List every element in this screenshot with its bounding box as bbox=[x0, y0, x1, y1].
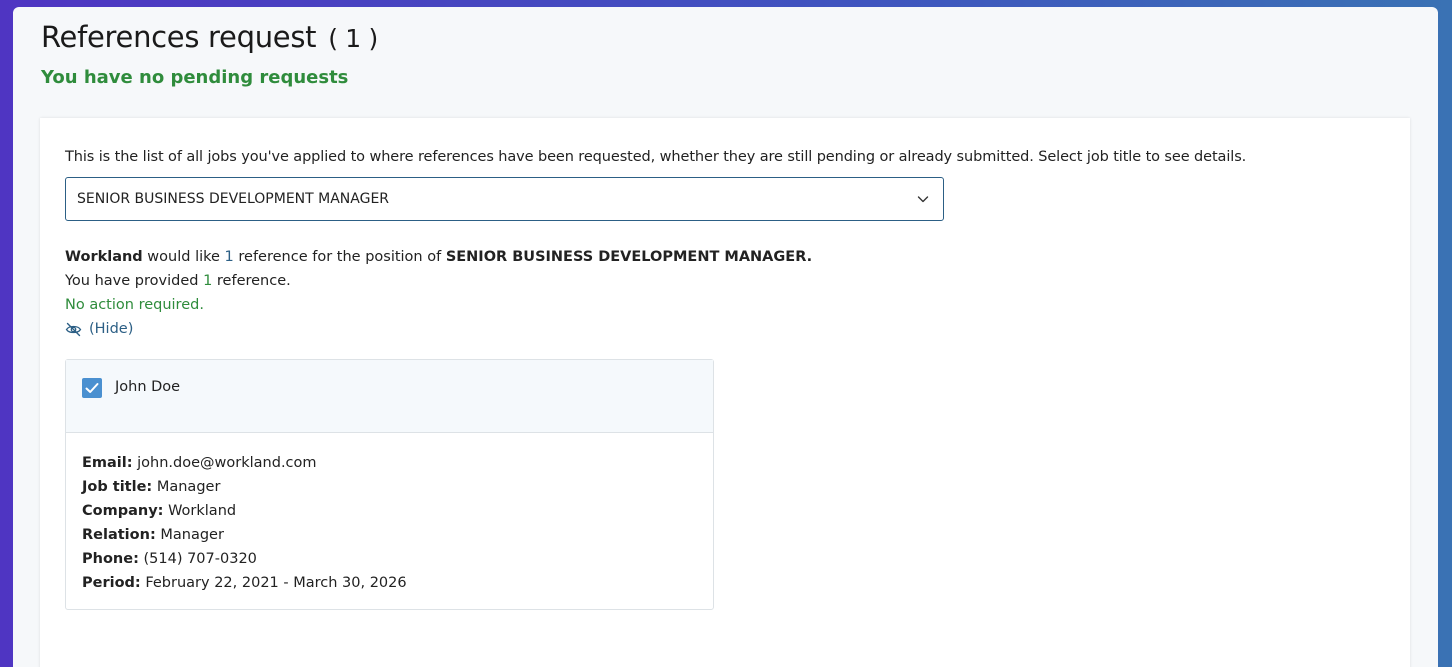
summary-text: would like bbox=[142, 249, 225, 265]
page-title-text: References request bbox=[41, 20, 317, 54]
detail-period: Period: February 22, 2021 - March 30, 20… bbox=[82, 571, 407, 595]
action-status: No action required. bbox=[65, 297, 204, 313]
detail-label: Job title: bbox=[82, 479, 153, 495]
reference-checkbox[interactable] bbox=[82, 378, 102, 398]
request-count: ( 1 ) bbox=[328, 24, 379, 53]
provided-suffix: reference. bbox=[212, 273, 291, 289]
check-icon bbox=[85, 383, 99, 393]
detail-label: Period: bbox=[82, 575, 141, 591]
page-title: References request ( 1 ) bbox=[41, 20, 378, 54]
request-summary: Workland would like 1 reference for the … bbox=[65, 249, 812, 265]
detail-phone: Phone: (514) 707-0320 bbox=[82, 547, 407, 571]
reference-details: Email: john.doe@workland.com Job title: … bbox=[82, 451, 407, 595]
eye-slash-icon bbox=[65, 322, 82, 336]
detail-label: Phone: bbox=[82, 551, 139, 567]
detail-relation: Relation: Manager bbox=[82, 523, 407, 547]
detail-value: (514) 707-0320 bbox=[143, 551, 257, 567]
provided-prefix: You have provided bbox=[65, 273, 204, 289]
hide-label: (Hide) bbox=[89, 321, 134, 337]
detail-value: Manager bbox=[156, 479, 221, 495]
provided-count: 1 bbox=[203, 273, 213, 289]
provided-summary: You have provided 1 reference. bbox=[65, 273, 291, 289]
detail-value: Manager bbox=[160, 527, 224, 543]
reference-card: John Doe Email: john.doe@workland.com Jo… bbox=[65, 359, 714, 610]
detail-value: Workland bbox=[168, 503, 237, 519]
detail-label: Email: bbox=[82, 455, 133, 471]
detail-job-title: Job title: Manager bbox=[82, 475, 407, 499]
job-title-select[interactable]: SENIOR BUSINESS DEVELOPMENT MANAGER bbox=[65, 177, 944, 221]
intro-text: This is the list of all jobs you've appl… bbox=[65, 149, 1247, 165]
position-title: SENIOR BUSINESS DEVELOPMENT MANAGER. bbox=[445, 249, 813, 265]
detail-label: Relation: bbox=[82, 527, 156, 543]
company-name: Workland bbox=[65, 249, 143, 265]
summary-text-2: reference for the position of bbox=[233, 249, 446, 265]
reference-card-header: John Doe bbox=[66, 360, 713, 433]
pending-status: You have no pending requests bbox=[41, 67, 349, 88]
job-title-select-value: SENIOR BUSINESS DEVELOPMENT MANAGER bbox=[77, 191, 390, 207]
references-card: This is the list of all jobs you've appl… bbox=[40, 118, 1410, 667]
hide-toggle[interactable]: (Hide) bbox=[65, 321, 133, 337]
chevron-down-icon bbox=[917, 196, 929, 203]
detail-value: February 22, 2021 - March 30, 2026 bbox=[145, 575, 407, 591]
main-panel: References request ( 1 ) You have no pend… bbox=[13, 7, 1438, 667]
detail-value: john.doe@workland.com bbox=[137, 455, 317, 471]
reference-name: John Doe bbox=[115, 379, 181, 395]
detail-email: Email: john.doe@workland.com bbox=[82, 451, 407, 475]
detail-label: Company: bbox=[82, 503, 164, 519]
requested-count: 1 bbox=[224, 249, 234, 265]
detail-company: Company: Workland bbox=[82, 499, 407, 523]
